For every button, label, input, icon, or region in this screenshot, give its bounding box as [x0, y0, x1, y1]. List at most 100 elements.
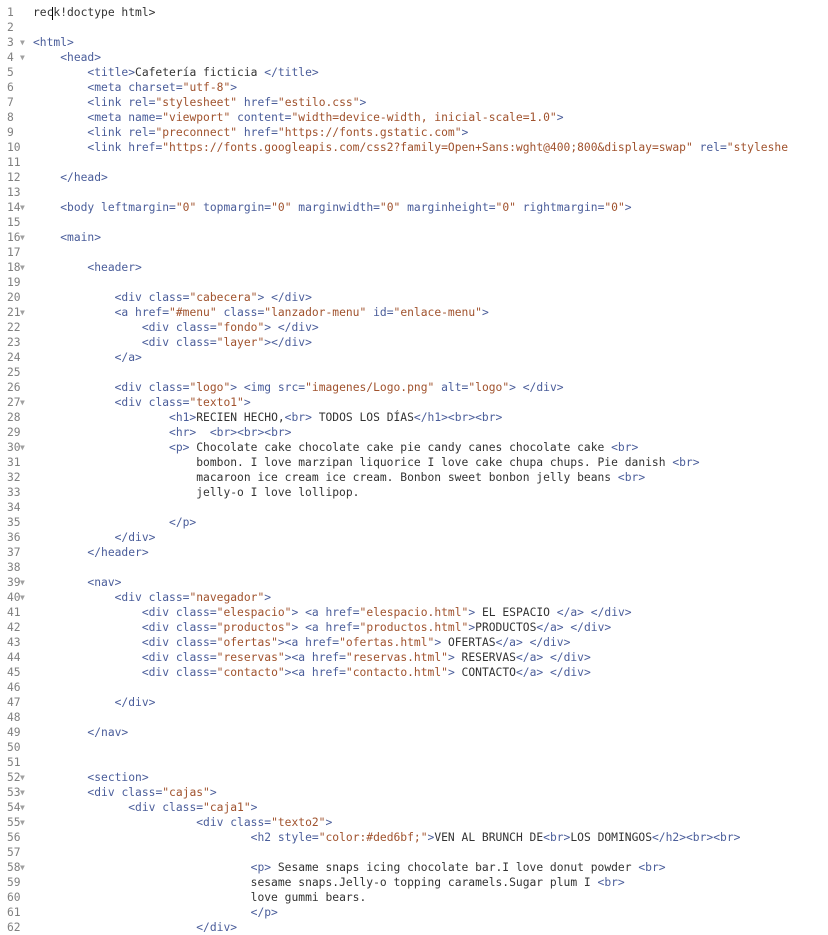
code-line[interactable]: 31 bombon. I love marzipan liquorice I l… [0, 455, 828, 470]
code-line[interactable]: 56 <h2 style="color:#ded6bf;">VEN AL BRU… [0, 830, 828, 845]
code-line[interactable]: 15 [0, 215, 828, 230]
code-editor[interactable]: 1 reck!doctype html> 2 3 ▼ <html> 4 ▼ <head> 5 <… [0, 0, 828, 934]
fold-toggle-icon[interactable]: ▼ [20, 50, 28, 65]
code-line[interactable]: 19 [0, 275, 828, 290]
fold-toggle-icon[interactable]: ▼ [20, 590, 28, 605]
code-line[interactable]: 40 ▼ <div class="navegador"> [0, 590, 828, 605]
code-line[interactable]: 20 <div class="cabecera"> </div> [0, 290, 828, 305]
fold-toggle-icon[interactable]: ▼ [20, 860, 28, 875]
code-line[interactable]: 37 </header> [0, 545, 828, 560]
code-line[interactable]: 6 <meta charset="utf-8"> [0, 80, 828, 95]
code-token-val: "navegador" [189, 591, 265, 604]
code-line[interactable]: 58 ▼ <p> Sesame snaps icing chocolate bar… [0, 860, 828, 875]
code-line[interactable]: 16 ▼ <main> [0, 230, 828, 245]
code-token-tag: </a> </div> [495, 636, 571, 649]
code-line[interactable]: 46 [0, 680, 828, 695]
code-token-attr: href= [325, 606, 360, 619]
code-line[interactable]: 52 ▼ <section> [0, 770, 828, 785]
code-line[interactable]: 61 </p> [0, 905, 828, 920]
fold-toggle-icon[interactable]: ▼ [20, 770, 28, 785]
code-token-tag: > [556, 111, 564, 124]
code-line[interactable]: 45 <div class="contacto"><a href="contac… [0, 665, 828, 680]
code-token-attr: content= [230, 111, 292, 124]
code-line[interactable]: 4 ▼ <head> [0, 50, 828, 65]
code-token-tag: > [481, 306, 489, 319]
code-token-tag: > <a [291, 621, 326, 634]
code-token-tag: > [461, 126, 469, 139]
code-line[interactable]: 39 ▼ <nav> [0, 575, 828, 590]
fold-toggle-icon[interactable]: ▼ [20, 575, 28, 590]
code-line[interactable]: 42 <div class="productos"> <a href="prod… [0, 620, 828, 635]
code-line[interactable]: 57 [0, 845, 828, 860]
code-line[interactable]: 3 ▼ <html> [0, 35, 828, 50]
code-content: <div class="reservas"><a href="reservas.… [33, 650, 591, 665]
code-token-val: "cabecera" [189, 291, 258, 304]
code-line[interactable]: 41 <div class="elespacio"> <a href="eles… [0, 605, 828, 620]
code-line[interactable]: 14 ▼ <body leftmargin="0" topmargin="0" m… [0, 200, 828, 215]
code-line[interactable]: 59 sesame snaps.Jelly-o topping caramels… [0, 875, 828, 890]
code-token-tag: <meta [87, 81, 129, 94]
code-line[interactable]: 1 reck!doctype html> [0, 5, 828, 20]
fold-toggle-icon[interactable]: ▼ [20, 305, 28, 320]
code-line[interactable]: 24 </a> [0, 350, 828, 365]
code-line[interactable]: 7 <link rel="stylesheet" href="estilo.cs… [0, 95, 828, 110]
code-line[interactable]: 51 [0, 755, 828, 770]
code-token-tag: <div [141, 621, 176, 634]
code-line[interactable]: 18 ▼ <header> [0, 260, 828, 275]
code-token-attr: href= [237, 96, 278, 109]
code-content: <html> [33, 35, 74, 50]
code-line[interactable]: 36 </div> [0, 530, 828, 545]
fold-toggle-icon[interactable]: ▼ [20, 35, 28, 50]
code-line[interactable]: 13 [0, 185, 828, 200]
code-line[interactable]: 9 <link rel="preconnect" href="https://f… [0, 125, 828, 140]
code-token-val: "productos.html" [359, 621, 469, 634]
code-line[interactable]: 11 [0, 155, 828, 170]
code-line[interactable]: 43 <div class="ofertas"><a href="ofertas… [0, 635, 828, 650]
code-line[interactable]: 22 <div class="fondo"> </div> [0, 320, 828, 335]
code-line[interactable]: 54 ▼ <div class="caja1"> [0, 800, 828, 815]
fold-toggle-icon[interactable]: ▼ [20, 200, 28, 215]
code-line[interactable]: 27 ▼ <div class="texto1"> [0, 395, 828, 410]
code-line[interactable]: 62 </div> [0, 920, 828, 935]
fold-toggle-icon[interactable]: ▼ [20, 260, 28, 275]
code-line[interactable]: 25 [0, 365, 828, 380]
fold-toggle-icon[interactable]: ▼ [20, 230, 28, 245]
code-line[interactable]: 30 ▼ <p> Chocolate cake chocolate cake pi… [0, 440, 828, 455]
code-line[interactable]: 55 ▼ <div class="texto2"> [0, 815, 828, 830]
code-line[interactable]: 2 [0, 20, 828, 35]
code-line[interactable]: 49 </nav> [0, 725, 828, 740]
fold-toggle-icon[interactable]: ▼ [20, 395, 28, 410]
code-line[interactable]: 10 <link href="https://fonts.googleapis.… [0, 140, 828, 155]
code-token-attr: src= [277, 381, 306, 394]
code-line[interactable]: 5 <title>Cafetería ficticia </title> [0, 65, 828, 80]
code-line[interactable]: 48 [0, 710, 828, 725]
code-line[interactable]: 32 macaroon ice cream ice cream. Bonbon … [0, 470, 828, 485]
code-line[interactable]: 60 love gummi bears. [0, 890, 828, 905]
code-line[interactable]: 12 </head> [0, 170, 828, 185]
code-token-tag: </a> [114, 351, 142, 364]
code-line[interactable]: 47 </div> [0, 695, 828, 710]
code-line[interactable]: 8 <meta name="viewport" content="width=d… [0, 110, 828, 125]
code-line[interactable]: 38 [0, 560, 828, 575]
code-line[interactable]: 34 [0, 500, 828, 515]
code-token-tag: </a> </div> [556, 606, 632, 619]
fold-toggle-icon[interactable]: ▼ [20, 785, 28, 800]
code-line[interactable]: 35 </p> [0, 515, 828, 530]
code-token-text: RESERVAS [454, 651, 516, 664]
fold-toggle-icon[interactable]: ▼ [20, 815, 28, 830]
code-content: bombon. I love marzipan liquorice I love… [33, 455, 699, 470]
code-line[interactable]: 21 ▼ <a href="#menu" class="lanzador-menu… [0, 305, 828, 320]
code-line[interactable]: 17 [0, 245, 828, 260]
code-token-tag: <meta [87, 111, 129, 124]
code-line[interactable]: 26 <div class="logo"> <img src="imagenes… [0, 380, 828, 395]
line-number: 1 [7, 6, 14, 19]
code-line[interactable]: 28 <h1>RECIEN HECHO,<br> TODOS LOS DÍAS<… [0, 410, 828, 425]
code-line[interactable]: 53 ▼ <div class="cajas"> [0, 785, 828, 800]
fold-toggle-icon[interactable]: ▼ [20, 800, 28, 815]
code-line[interactable]: 23 <div class="layer"></div> [0, 335, 828, 350]
code-line[interactable]: 29 <hr> <br><br><br> [0, 425, 828, 440]
fold-toggle-icon[interactable]: ▼ [20, 440, 28, 455]
code-line[interactable]: 50 [0, 740, 828, 755]
code-line[interactable]: 33 jelly-o I love lollipop. [0, 485, 828, 500]
code-line[interactable]: 44 <div class="reservas"><a href="reserv… [0, 650, 828, 665]
